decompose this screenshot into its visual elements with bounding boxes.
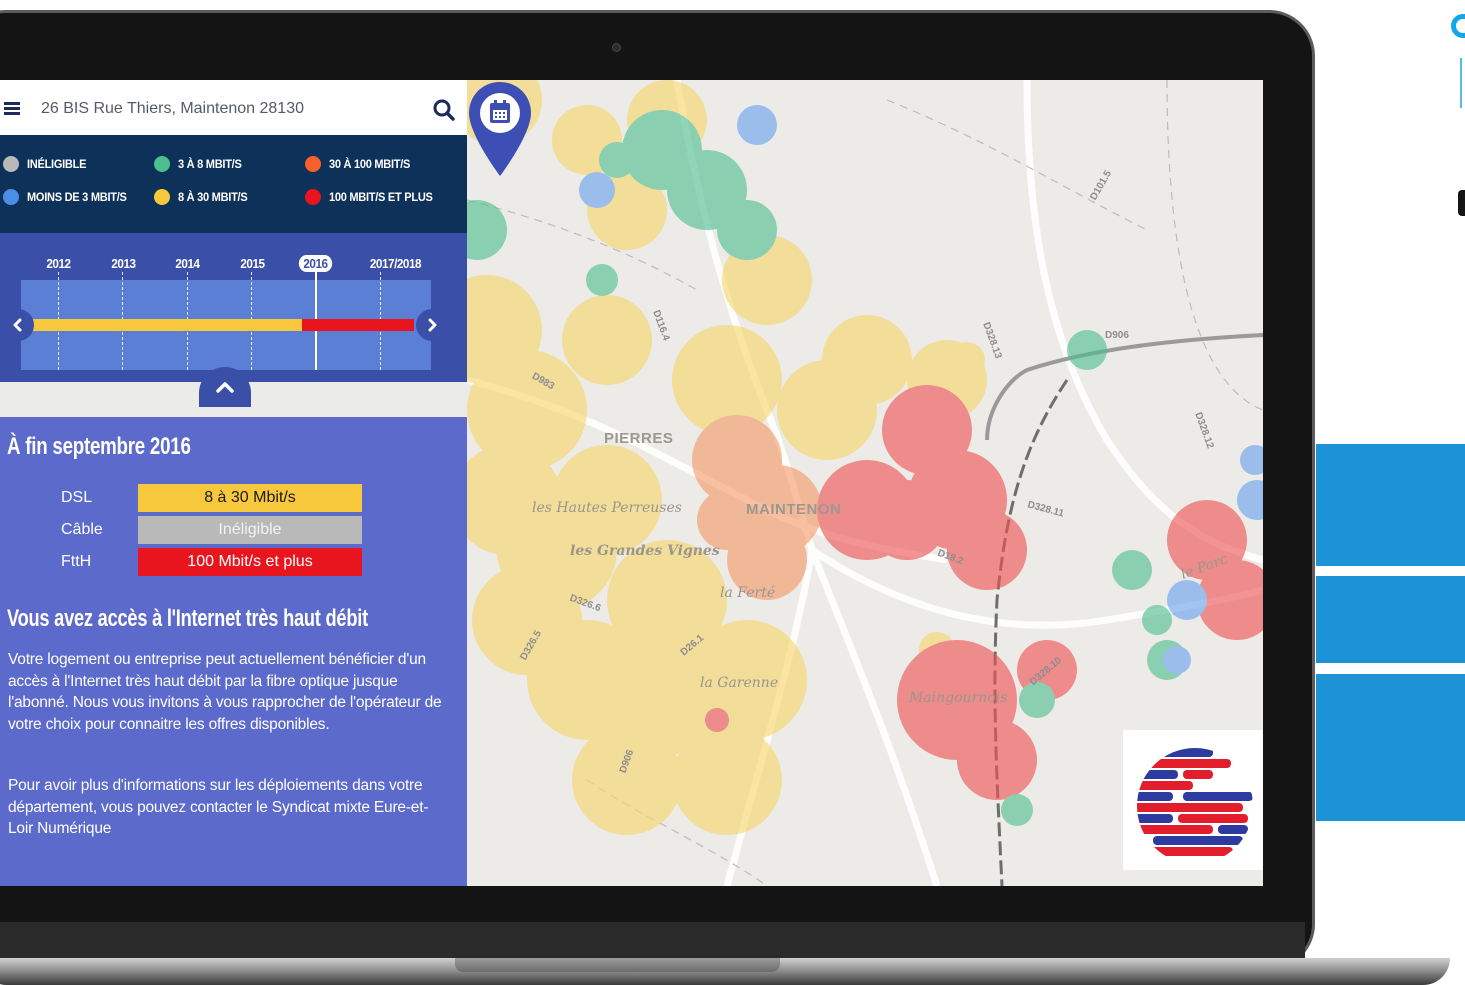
app-screen: PIERRES MAINTENON les Hautes Perreuses l… — [0, 80, 1263, 886]
year-2012[interactable]: 2012 — [46, 256, 71, 271]
year-timeline: 2012 2013 2014 2015 2016 2017/2018 — [0, 233, 467, 382]
coverage-map[interactable]: PIERRES MAINTENON les Hautes Perreuses l… — [467, 80, 1263, 886]
map-label-la-ferte: la Ferté — [720, 585, 776, 601]
timeline-prev-button[interactable] — [2, 309, 34, 341]
legend-label: 8 à 30 Mbit/s — [178, 190, 248, 204]
map-pin-icon[interactable] — [467, 80, 533, 180]
legend-item-30-100: 30 à 100 Mbit/s — [305, 156, 417, 172]
webcam — [612, 43, 621, 52]
year-2013[interactable]: 2013 — [111, 256, 136, 271]
legend-label: 100 Mbit/s et plus — [329, 190, 433, 204]
result-panel: À fin septembre 2016 DSL 8 à 30 Mbit/s C… — [0, 417, 467, 886]
map-label-maintenon: MAINTENON — [746, 501, 842, 518]
legend-item-100-plus: 100 Mbit/s et plus — [305, 189, 442, 205]
speed-legend: Inéligible Moins de 3 Mbit/s 3 à 8 Mbit/… — [0, 135, 467, 233]
legend-item-8-30: 8 à 30 Mbit/s — [154, 189, 253, 205]
map-label-la-garenne: la Garenne — [700, 675, 779, 691]
legend-label: Inéligible — [27, 157, 87, 171]
legend-item-ineligible: Inéligible — [3, 156, 91, 172]
brand-line-fragment — [1460, 58, 1465, 108]
brand-mark-fragment — [1451, 14, 1465, 38]
decor-tile-2 — [1316, 576, 1465, 663]
syndicate-logo-icon — [1137, 748, 1253, 864]
tech-row-cable: Câble Inéligible — [0, 516, 467, 546]
chevron-up-icon — [216, 382, 234, 393]
tech-row-ftth: FttH 100 Mbit/s et plus — [0, 548, 467, 578]
dsl-coverage-bar — [21, 319, 302, 331]
timeline-next-button[interactable] — [416, 309, 448, 341]
decor-tile-1 — [1316, 444, 1465, 566]
legend-dot — [305, 189, 321, 205]
result-date-title: À fin septembre 2016 — [7, 433, 191, 460]
chevron-right-icon — [428, 318, 437, 332]
syndicate-logo — [1123, 730, 1263, 870]
marketing-stage: PIERRES MAINTENON les Hautes Perreuses l… — [0, 0, 1465, 985]
legend-dot — [154, 156, 170, 172]
legend-dot — [3, 156, 19, 172]
legend-item-under-3: Moins de 3 Mbit/s — [3, 189, 135, 205]
result-headline: Vous avez accès à l'Internet très haut d… — [7, 605, 368, 632]
year-2015[interactable]: 2015 — [240, 256, 265, 271]
laptop-bezel-bottom — [0, 922, 1305, 958]
legend-label: 3 à 8 Mbit/s — [178, 157, 242, 171]
legend-dot — [3, 189, 19, 205]
map-label-hautes-perreuses: les Hautes Perreuses — [532, 500, 682, 516]
result-description: Votre logement ou entreprise peut actuel… — [8, 651, 442, 733]
decor-chip — [1458, 190, 1465, 216]
tech-row-dsl: DSL 8 à 30 Mbit/s — [0, 484, 467, 514]
legend-label: 30 à 100 Mbit/s — [329, 157, 411, 171]
tech-speed-badge: 100 Mbit/s et plus — [138, 548, 362, 576]
laptop-hinge-notch — [455, 958, 780, 972]
tech-speed-badge: Inéligible — [138, 516, 362, 544]
ftth-coverage-bar — [302, 319, 414, 331]
map-label-maingournois: Maingournois — [909, 690, 1008, 706]
legend-label: Moins de 3 Mbit/s — [27, 190, 127, 204]
side-panel: 26 BIS Rue Thiers, Maintenon 28130 Inéli… — [0, 80, 467, 886]
decor-tile-3 — [1316, 674, 1465, 821]
legend-item-3-8: 3 à 8 Mbit/s — [154, 156, 247, 172]
chevron-left-icon — [13, 318, 22, 332]
road-label-d906: D906 — [1105, 330, 1129, 341]
legend-dot — [154, 189, 170, 205]
tech-name: Câble — [61, 521, 103, 538]
search-input[interactable]: 26 BIS Rue Thiers, Maintenon 28130 — [41, 100, 304, 118]
tech-name: DSL — [61, 489, 93, 506]
map-label-pierres: PIERRES — [604, 430, 674, 447]
legend-dot — [305, 156, 321, 172]
map-label-grandes-vignes: les Grandes Vignes — [570, 543, 720, 559]
tech-name: FttH — [61, 553, 92, 570]
year-2014[interactable]: 2014 — [175, 256, 200, 271]
year-2017-2018[interactable]: 2017/2018 — [370, 256, 422, 271]
contact-note: Pour avoir plus d'informations sur les d… — [8, 777, 429, 837]
search-icon[interactable] — [432, 98, 456, 122]
tech-speed-badge: 8 à 30 Mbit/s — [138, 484, 362, 512]
menu-icon[interactable] — [4, 102, 20, 116]
search-bar: 26 BIS Rue Thiers, Maintenon 28130 — [0, 80, 467, 135]
